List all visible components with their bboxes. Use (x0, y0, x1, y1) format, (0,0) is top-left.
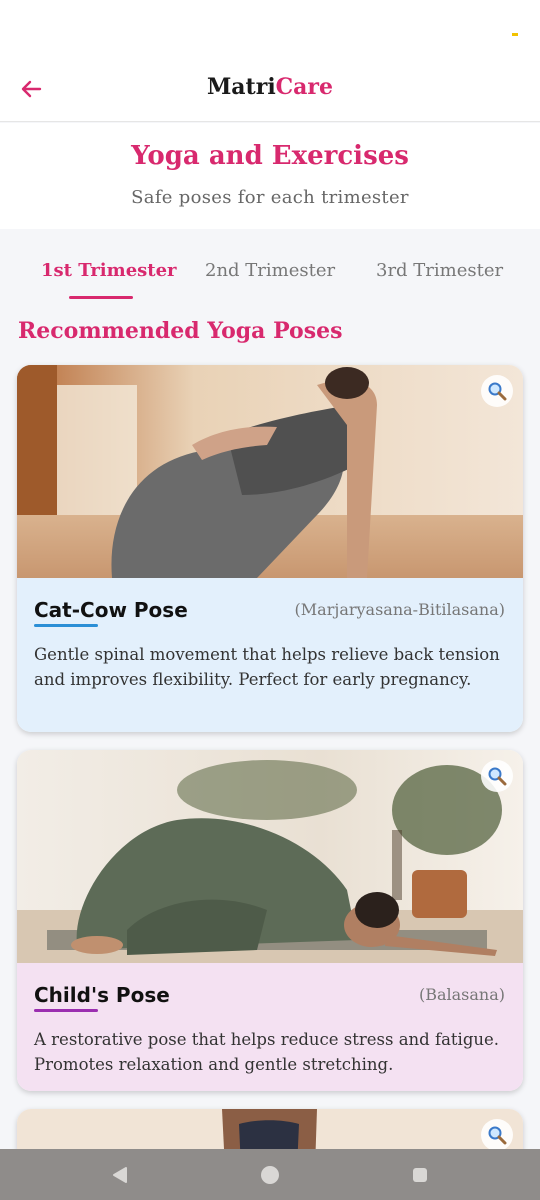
zoom-button[interactable] (481, 1119, 513, 1151)
pose-card-cat-cow[interactable]: Cat-Cow Pose (Marjaryasana-Bitilasana) G… (17, 365, 523, 732)
brand-part-2: Care (275, 74, 334, 100)
zoom-icon (488, 1126, 507, 1145)
app-bar: MatriCare (0, 62, 540, 122)
pose-name: Child's Pose (34, 983, 170, 1007)
system-nav-bar (0, 1149, 540, 1200)
status-indicator (512, 33, 518, 36)
pose-card-body: Child's Pose (Balasana) A restorative po… (17, 963, 523, 1091)
zoom-button[interactable] (481, 375, 513, 407)
tab-2nd-trimester[interactable]: 2nd Trimester (205, 260, 335, 281)
pose-accent-line (34, 1009, 98, 1012)
pose-description: Gentle spinal movement that helps reliev… (34, 645, 500, 689)
pose-sanskrit-name: (Marjaryasana-Bitilasana) (294, 600, 505, 619)
zoom-icon (488, 382, 507, 401)
triangle-back-icon (113, 1167, 127, 1183)
page-subtitle: Safe poses for each trimester (131, 187, 409, 208)
active-tab-indicator (69, 296, 133, 299)
pose-sanskrit-name: (Balasana) (418, 985, 505, 1004)
page-header: Yoga and Exercises Safe poses for each t… (0, 123, 540, 229)
tab-1st-trimester[interactable]: 1st Trimester (41, 260, 177, 281)
pose-card-body: Cat-Cow Pose (Marjaryasana-Bitilasana) G… (17, 578, 523, 732)
pose-image-cat-cow (17, 365, 523, 578)
nav-recents-button[interactable] (408, 1163, 432, 1187)
circle-home-icon (261, 1166, 279, 1184)
pose-card-childs-pose[interactable]: Child's Pose (Balasana) A restorative po… (17, 750, 523, 1091)
pose-image-childs-pose (17, 750, 523, 963)
square-recents-icon (413, 1168, 427, 1182)
nav-home-button[interactable] (258, 1163, 282, 1187)
trimester-tabs: 1st Trimester 2nd Trimester 3rd Trimeste… (0, 250, 540, 304)
nav-back-button[interactable] (108, 1163, 132, 1187)
zoom-icon (488, 767, 507, 786)
brand-part-1: Matri (206, 74, 276, 100)
app-brand: MatriCare (0, 74, 540, 100)
pose-description: A restorative pose that helps reduce str… (34, 1030, 500, 1074)
section-title: Recommended Yoga Poses (18, 318, 343, 344)
zoom-button[interactable] (481, 760, 513, 792)
status-bar (0, 0, 540, 62)
pose-accent-line (34, 624, 98, 627)
page-title: Yoga and Exercises (131, 141, 409, 171)
tab-3rd-trimester[interactable]: 3rd Trimester (376, 260, 503, 281)
pose-name: Cat-Cow Pose (34, 598, 188, 622)
